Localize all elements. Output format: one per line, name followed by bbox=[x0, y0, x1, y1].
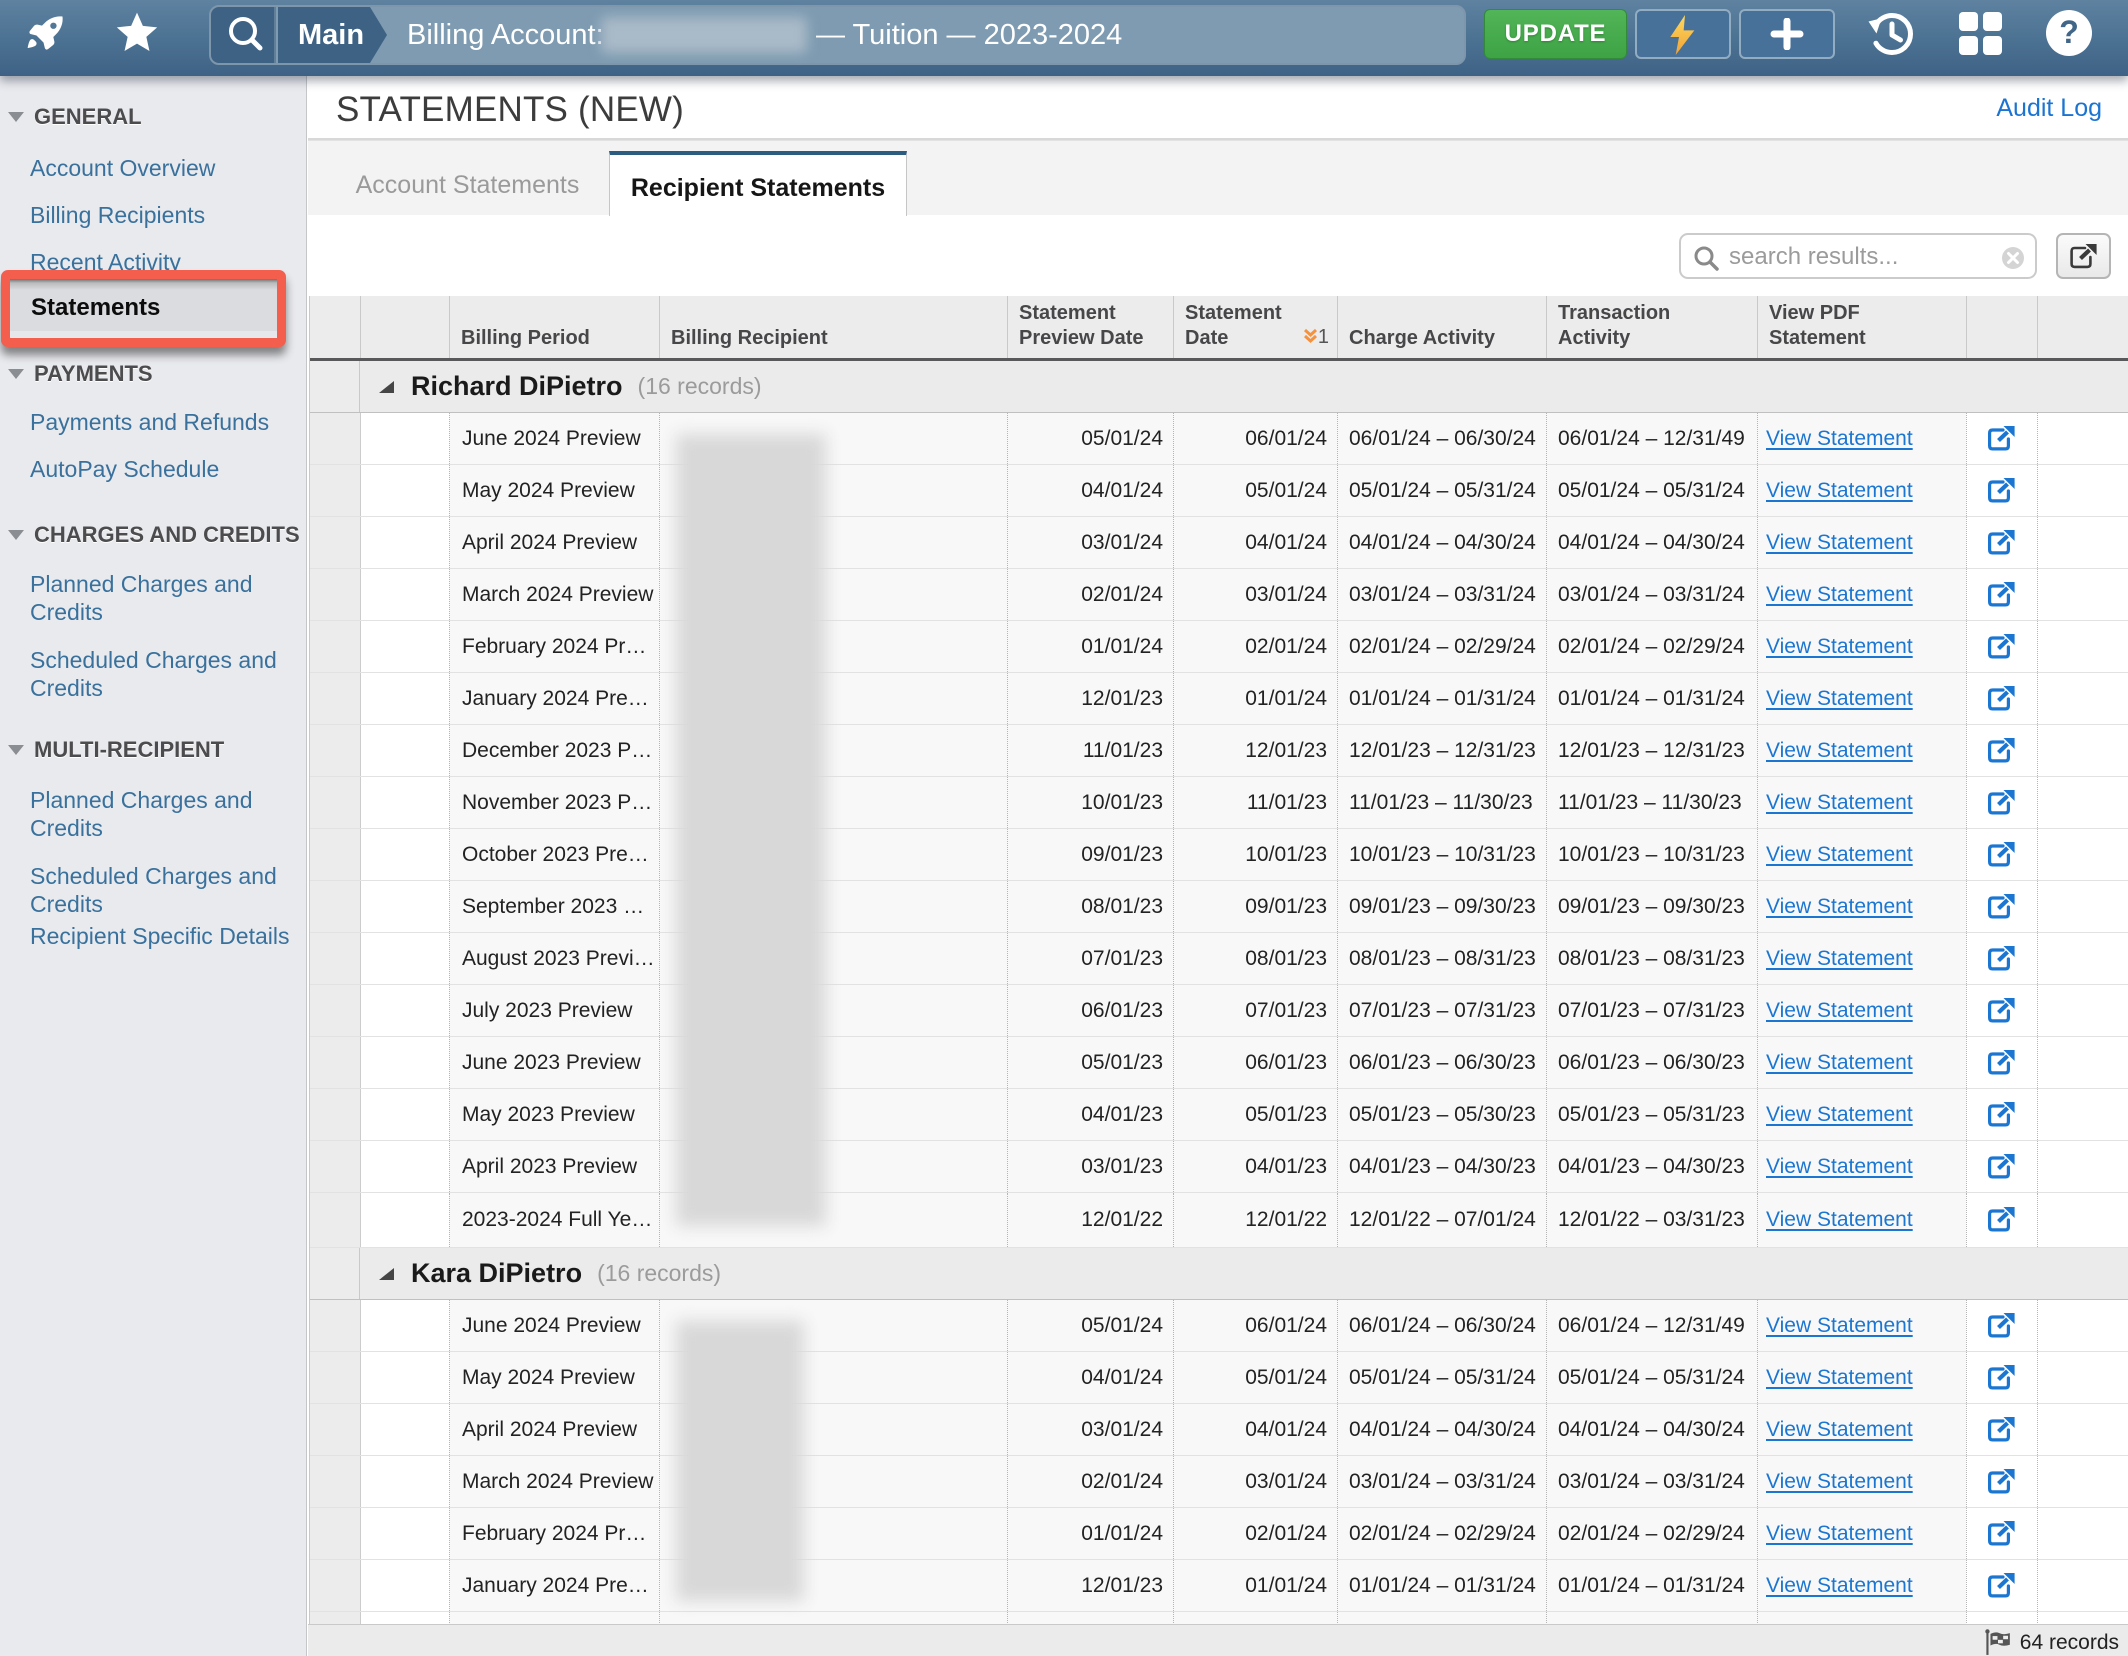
svg-text:?: ? bbox=[2059, 14, 2079, 50]
